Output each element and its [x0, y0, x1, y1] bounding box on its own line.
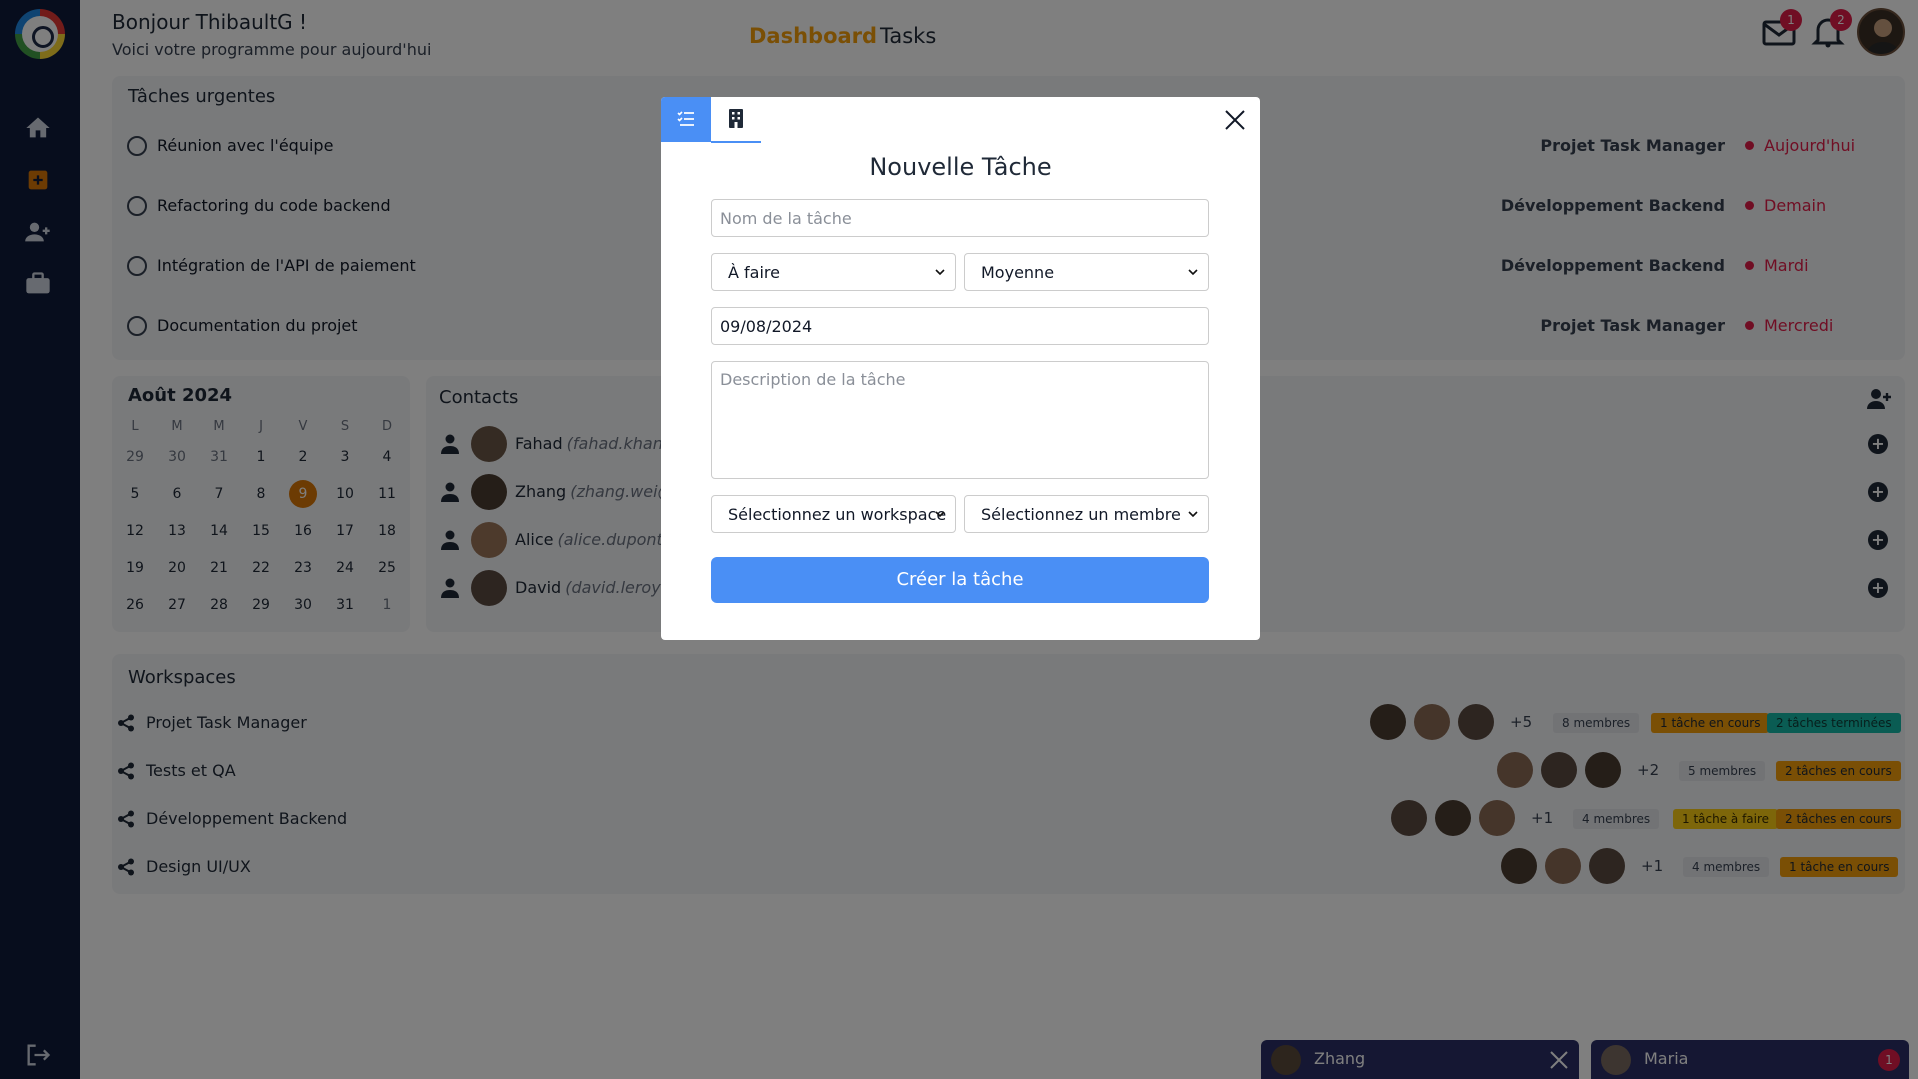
new-task-modal: Nouvelle Tâche À faire Moyenne 09/08/202… — [661, 97, 1260, 640]
description-textarea[interactable] — [712, 362, 1208, 478]
tab-task[interactable] — [661, 97, 711, 142]
member-value: Sélectionnez un membre — [981, 505, 1181, 524]
task-name-field — [711, 199, 1209, 237]
member-select[interactable]: Sélectionnez un membre — [964, 495, 1209, 533]
close-icon[interactable] — [1223, 108, 1247, 132]
priority-select[interactable]: Moyenne — [964, 253, 1209, 291]
due-date-value: 09/08/2024 — [720, 317, 813, 336]
tab-workspace[interactable] — [711, 97, 761, 143]
status-select[interactable]: À faire — [711, 253, 956, 291]
task-name-input[interactable] — [712, 200, 1208, 236]
workspace-value: Sélectionnez un workspace — [728, 505, 947, 524]
status-value: À faire — [728, 263, 780, 282]
chevron-down-icon — [935, 269, 945, 276]
create-task-button[interactable]: Créer la tâche — [711, 557, 1209, 603]
description-field — [711, 361, 1209, 479]
chevron-down-icon — [935, 511, 945, 518]
building-icon — [729, 109, 743, 128]
chevron-down-icon — [1188, 269, 1198, 276]
workspace-select[interactable]: Sélectionnez un workspace — [711, 495, 956, 533]
chevron-down-icon — [1188, 511, 1198, 518]
priority-value: Moyenne — [981, 263, 1055, 282]
task-list-icon — [677, 111, 694, 126]
modal-title: Nouvelle Tâche — [869, 153, 1052, 181]
due-date-field[interactable]: 09/08/2024 — [711, 307, 1209, 345]
